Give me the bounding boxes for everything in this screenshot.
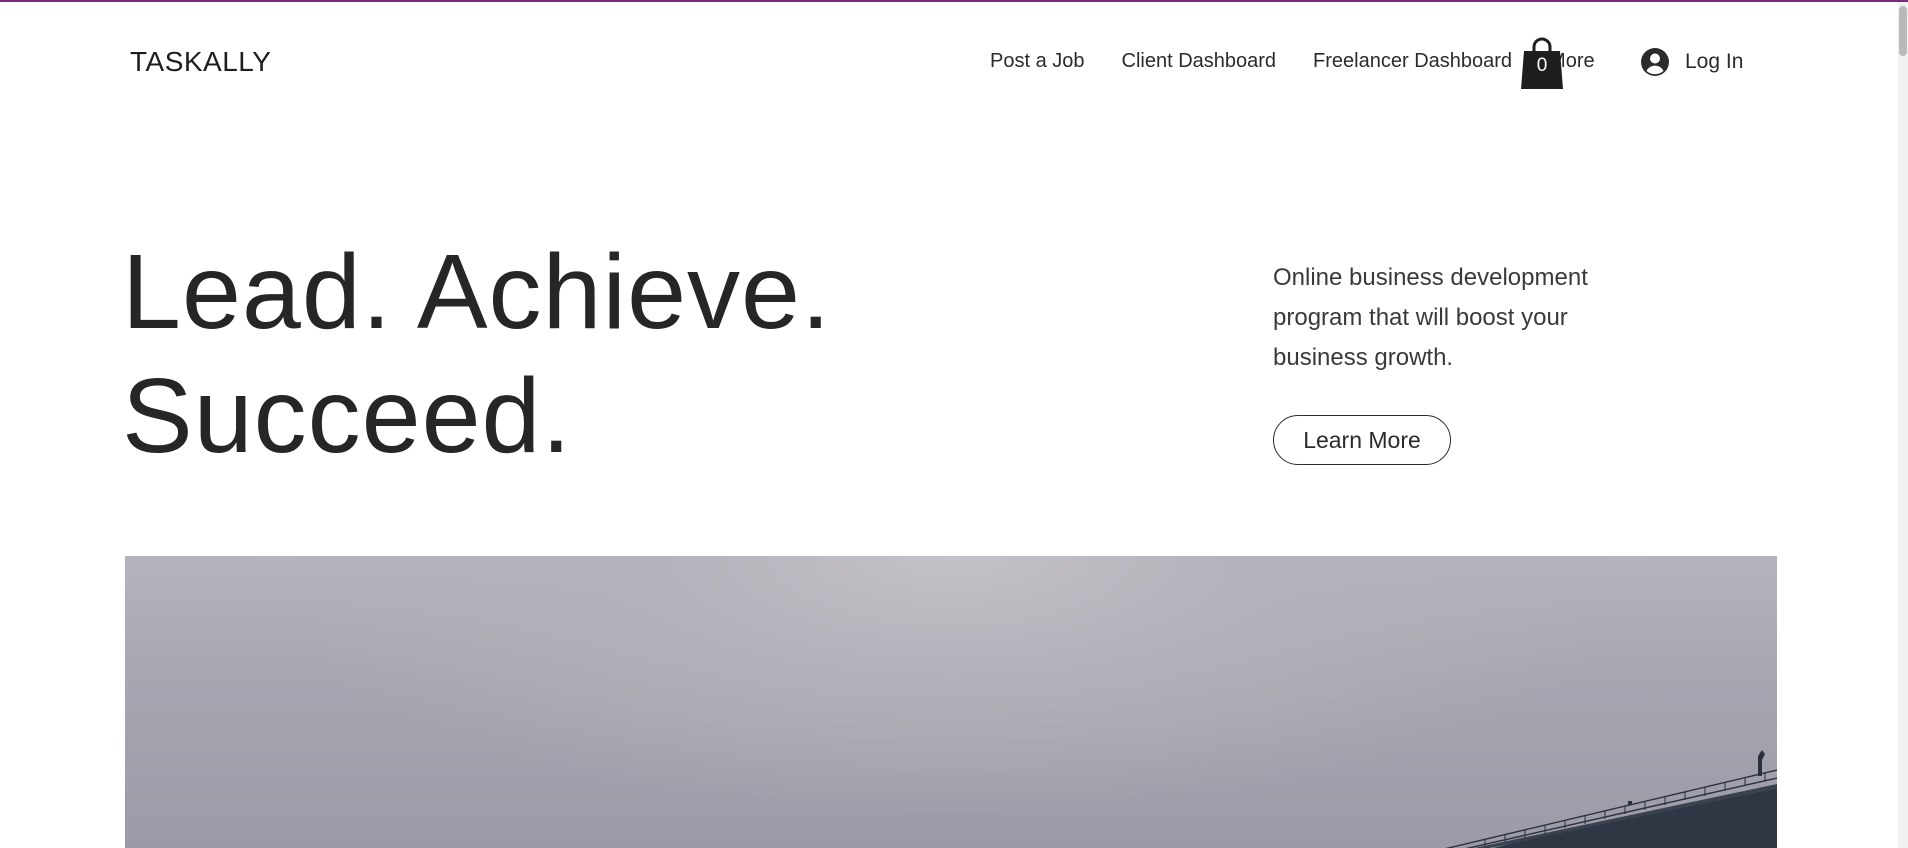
page-scrollbar[interactable] <box>1898 2 1908 848</box>
login-label: Log In <box>1685 50 1744 73</box>
site-header: TASKALLY Post a Job Client Dashboard Fre… <box>0 2 1908 122</box>
learn-more-button[interactable]: Learn More <box>1273 415 1451 465</box>
page: TASKALLY Post a Job Client Dashboard Fre… <box>0 0 1908 848</box>
hero-title-line-2: Succeed. <box>122 357 572 475</box>
hero-image <box>125 556 1777 848</box>
scrollbar-thumb[interactable] <box>1899 6 1907 56</box>
nav-item-client-dashboard[interactable]: Client Dashboard <box>1122 50 1277 73</box>
hero-title-line-1: Lead. Achieve. <box>122 233 832 351</box>
main-nav: Post a Job Client Dashboard Freelancer D… <box>990 50 1595 73</box>
hero-title: Lead. Achieve. Succeed. <box>122 230 831 478</box>
nav-item-post-a-job[interactable]: Post a Job <box>990 50 1085 73</box>
nav-item-freelancer-dashboard[interactable]: Freelancer Dashboard <box>1313 50 1512 73</box>
cart-button[interactable]: 0 <box>1521 35 1563 91</box>
site-logo[interactable]: TASKALLY <box>130 46 271 78</box>
user-avatar-icon <box>1641 48 1669 76</box>
hero-description: Online business development program that… <box>1273 264 1588 371</box>
login-button[interactable]: Log In <box>1640 47 1743 77</box>
bridge-silhouette <box>1445 750 1777 848</box>
cart-count: 0 <box>1536 55 1548 76</box>
